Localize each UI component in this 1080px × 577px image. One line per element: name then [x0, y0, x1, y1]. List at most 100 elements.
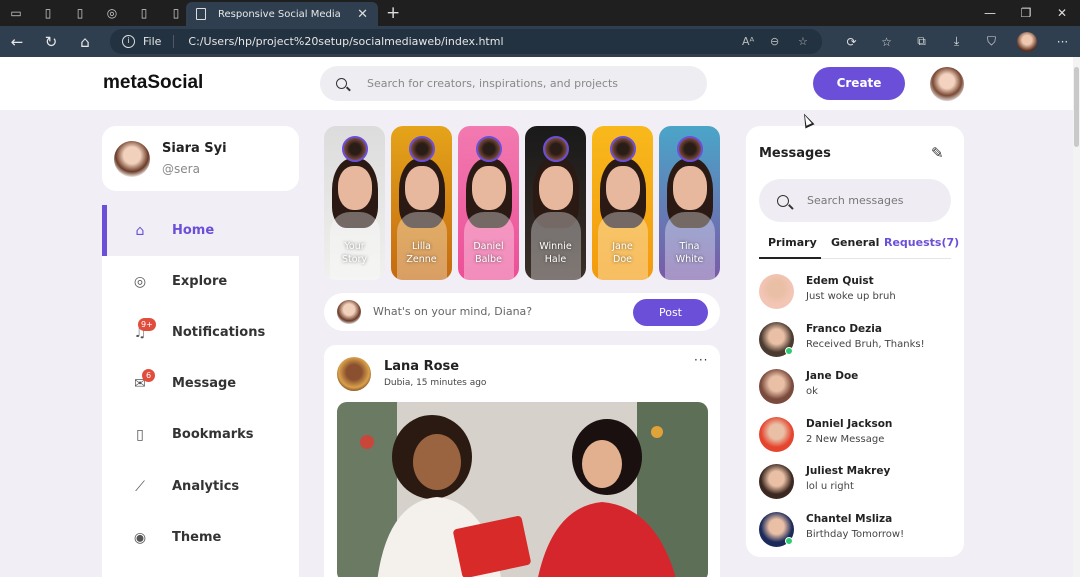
home-browser-icon[interactable]: ⌂	[68, 33, 102, 51]
more-options-icon[interactable]: ···	[694, 353, 708, 367]
more-icon[interactable]: ···	[1045, 35, 1080, 49]
sidebar-item-label: Bookmarks	[172, 427, 254, 442]
sidebar-item-message[interactable]: ✉ 6 Message	[102, 358, 299, 409]
chat-preview: Just woke up bruh	[806, 291, 896, 302]
avatar	[759, 274, 794, 309]
avatar	[759, 464, 794, 499]
tab-general[interactable]: General	[831, 236, 879, 249]
chat-preview: lol u right	[806, 481, 854, 492]
search-placeholder: Search for creators, inspirations, and p…	[367, 77, 618, 90]
tab-title: Responsive Social Media	[218, 8, 341, 20]
chat-item[interactable]: Chantel Msliza Birthday Tomorrow!	[759, 510, 954, 550]
file-label: File	[143, 35, 175, 48]
post-author[interactable]: Lana Rose	[384, 359, 459, 374]
post-input[interactable]: What's on your mind, Diana?	[373, 305, 532, 318]
chat-preview: ok	[806, 386, 818, 397]
search-bar[interactable]: Search for creators, inspirations, and p…	[320, 66, 707, 101]
avatar[interactable]	[930, 67, 964, 101]
sidebar-item-analytics[interactable]: ⟋ Analytics	[102, 461, 299, 512]
sidebar-item-bookmarks[interactable]: ▯ Bookmarks	[102, 409, 299, 460]
messages-panel: Messages ✎ Search messages Primary Gener…	[746, 126, 964, 557]
create-button[interactable]: Create	[813, 67, 905, 100]
read-aloud-icon[interactable]: Aᴬ	[742, 29, 754, 54]
chat-name: Juliest Makrey	[806, 465, 891, 477]
chat-item[interactable]: Jane Doe ok	[759, 367, 954, 407]
post-button[interactable]: Post	[633, 299, 708, 326]
chat-item[interactable]: Edem Quist Just woke up bruh	[759, 272, 954, 312]
sidebar-item-label: Analytics	[172, 479, 240, 494]
toolbar-icons: ⟳ ☆ ⧉ ⤓ ⛉ ···	[834, 26, 1080, 57]
security-icon[interactable]: ⛉	[974, 34, 1009, 49]
restore-button[interactable]: ❐	[1008, 0, 1044, 26]
avatar	[337, 300, 361, 324]
story-face	[472, 166, 506, 210]
sidebar-item-notifications[interactable]: ♫ 9+ Notifications	[102, 307, 299, 358]
sidebar-item-theme[interactable]: ◉ Theme	[102, 512, 299, 563]
chat-item[interactable]: Franco Dezia Received Bruh, Thanks!	[759, 320, 954, 360]
story-card[interactable]: Your Story	[324, 126, 385, 280]
profile-handle: @sera	[162, 162, 200, 176]
chat-item[interactable]: Juliest Makrey lol u right	[759, 462, 954, 502]
pinned-tab-icon[interactable]: ◎	[96, 0, 128, 26]
active-tab[interactable]: Responsive Social Media ✕	[186, 2, 378, 26]
tab-requests[interactable]: Requests(7)	[884, 236, 959, 249]
downloads-icon[interactable]: ⤓	[939, 34, 974, 49]
story-avatar	[409, 136, 435, 162]
message-search-placeholder: Search messages	[807, 194, 904, 207]
scrollbar-thumb[interactable]	[1074, 67, 1079, 147]
story-avatar	[610, 136, 636, 162]
url-text[interactable]: C:/Users/hp/project%20setup/socialmediaw…	[188, 35, 503, 48]
sidebar-item-explore[interactable]: ◎ Explore	[102, 256, 299, 307]
browser-profile-avatar[interactable]	[1017, 31, 1037, 52]
sidebar-item-home[interactable]: ⌂ Home	[102, 205, 299, 256]
pinned-tab-icon[interactable]: ▯	[128, 0, 160, 26]
message-badge: 6	[142, 369, 155, 382]
home-icon: ⌂	[135, 222, 145, 239]
message-search-input[interactable]: Search messages	[759, 179, 951, 222]
create-post: What's on your mind, Diana? Post	[324, 293, 720, 331]
chat-preview: Birthday Tomorrow!	[806, 528, 905, 540]
profile-avatar	[114, 141, 150, 177]
story-card[interactable]: Winnie Hale	[525, 126, 586, 280]
address-toolbar: ← ↻ ⌂ i File C:/Users/hp/project%20setup…	[0, 26, 1080, 57]
minimize-button[interactable]: —	[972, 0, 1008, 26]
profile-card[interactable]: Siara Syi @sera	[102, 126, 299, 191]
story-card[interactable]: Daniel Balbe	[458, 126, 519, 280]
tab-primary[interactable]: Primary	[768, 236, 817, 249]
story-card[interactable]: Lilla Zenne	[391, 126, 452, 280]
extensions-icon[interactable]: ⟳	[834, 35, 869, 49]
chat-name: Edem Quist	[806, 275, 874, 287]
story-avatar	[677, 136, 703, 162]
palette-icon: ◉	[133, 529, 147, 546]
favorite-add-icon[interactable]: ☆	[798, 29, 808, 54]
chat-name: Jane Doe	[806, 370, 859, 382]
avatar[interactable]	[337, 357, 371, 391]
story-card[interactable]: Tina White	[659, 126, 720, 280]
story-face	[338, 166, 372, 210]
post-image[interactable]	[337, 402, 708, 577]
refresh-icon[interactable]: ↻	[34, 33, 68, 51]
favorites-icon[interactable]: ☆	[869, 35, 904, 49]
sidebar-item-label: Explore	[172, 274, 228, 289]
back-icon[interactable]: ←	[0, 33, 34, 51]
avatar	[759, 416, 794, 452]
window-controls: — ❐ ✕	[972, 0, 1080, 26]
story-card[interactable]: Jane Doe	[592, 126, 653, 280]
edit-icon[interactable]: ✎	[931, 144, 944, 162]
notification-badge: 9+	[138, 318, 156, 331]
tab-actions-icon[interactable]: ▭	[0, 0, 32, 26]
scrollbar[interactable]	[1073, 57, 1080, 577]
zoom-icon[interactable]: ⊖	[770, 29, 779, 54]
address-bar[interactable]: i File C:/Users/hp/project%20setup/socia…	[110, 29, 822, 54]
close-tab-icon[interactable]: ✕	[357, 7, 368, 22]
new-tab-button[interactable]: +	[386, 3, 400, 23]
chat-item[interactable]: Daniel Jackson 2 New Message	[759, 415, 954, 455]
logo[interactable]: metaSocial	[103, 72, 203, 94]
close-window-button[interactable]: ✕	[1044, 0, 1080, 26]
pinned-tab-icon[interactable]: ▯	[64, 0, 96, 26]
search-icon	[336, 78, 347, 89]
collections-icon[interactable]: ⧉	[904, 34, 939, 49]
info-icon[interactable]: i	[122, 35, 135, 48]
pinned-tab-icon[interactable]: ▯	[32, 0, 64, 26]
story-avatar	[342, 136, 368, 162]
